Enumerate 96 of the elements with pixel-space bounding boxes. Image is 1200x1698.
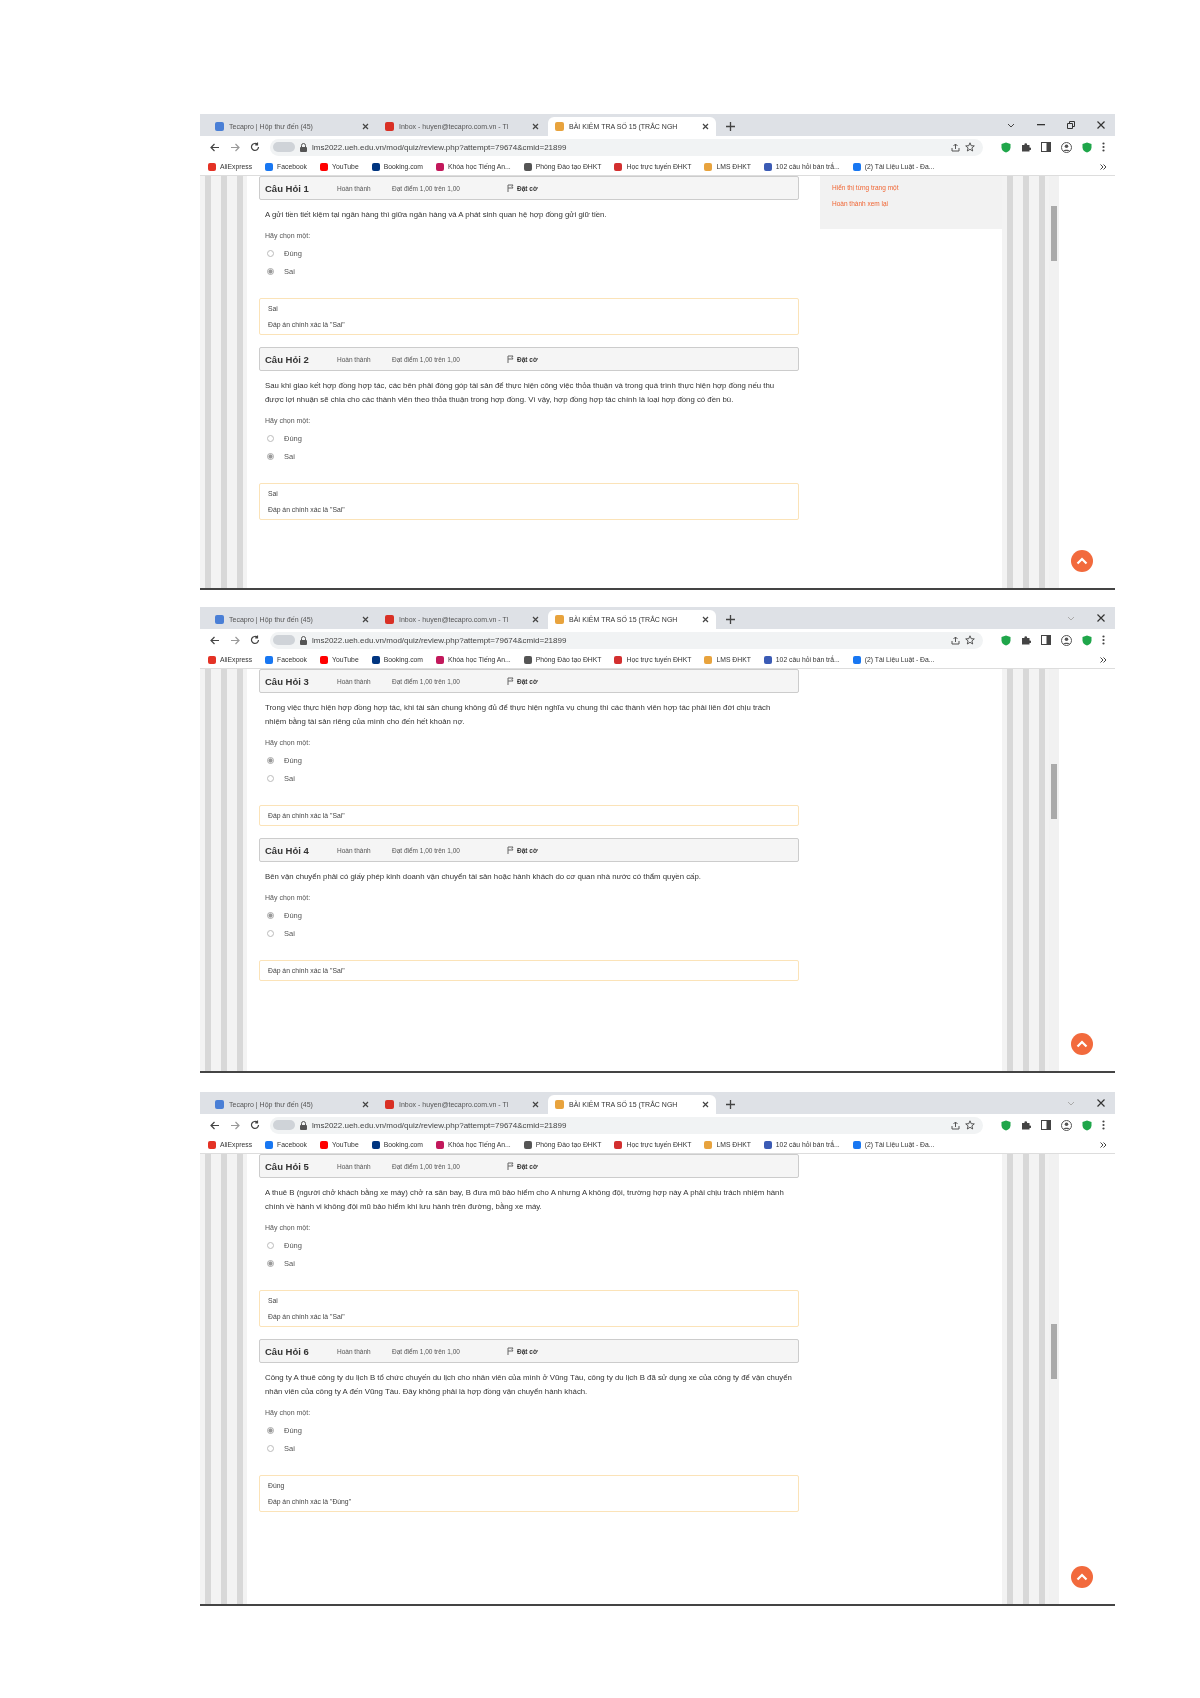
address-field[interactable]: lms2022.ueh.edu.vn/mod/quiz/review.php?attempt=79674&cmid=21899 <box>270 631 983 649</box>
new-tab-icon[interactable] <box>726 122 735 131</box>
lock-icon <box>300 142 307 152</box>
reload-icon[interactable] <box>250 635 260 645</box>
forward-icon[interactable] <box>230 635 240 645</box>
side-panel-icon[interactable] <box>1041 1120 1051 1130</box>
flag-icon <box>507 846 514 854</box>
close-icon[interactable] <box>1097 121 1105 129</box>
radio-button[interactable] <box>267 1259 274 1267</box>
scrollbar[interactable] <box>1049 1154 1059 1604</box>
radio-button[interactable] <box>267 1444 274 1452</box>
shield-icon[interactable] <box>1082 634 1092 646</box>
close-icon[interactable] <box>702 1101 709 1108</box>
shield-icon[interactable] <box>1082 1119 1092 1131</box>
new-tab-icon[interactable] <box>726 1100 735 1109</box>
more-icon[interactable] <box>1102 1120 1105 1130</box>
scroll-top-button[interactable] <box>1071 1566 1093 1588</box>
close-icon[interactable] <box>362 616 369 623</box>
vpn-badge-icon <box>273 142 295 152</box>
radio-button[interactable] <box>267 1426 274 1434</box>
profile-icon[interactable] <box>1061 1119 1072 1131</box>
lock-icon <box>300 1120 307 1130</box>
scrollbar[interactable] <box>1049 176 1059 588</box>
share-icon[interactable] <box>951 1120 960 1130</box>
question-number: Câu Hỏi 4 <box>265 844 310 856</box>
scrollbar[interactable] <box>1049 669 1059 1071</box>
chevron-right-icon[interactable] <box>1100 163 1107 170</box>
flag-icon <box>507 1162 514 1170</box>
vpn-badge-icon <box>273 635 295 645</box>
profile-icon[interactable] <box>1061 141 1072 153</box>
share-icon[interactable] <box>951 142 960 152</box>
radio-button[interactable] <box>267 267 274 275</box>
restore-icon[interactable] <box>1067 121 1075 129</box>
back-icon[interactable] <box>210 142 220 152</box>
close-icon[interactable] <box>1097 1099 1105 1107</box>
shield-icon[interactable] <box>1001 141 1011 153</box>
chevron-up-icon <box>1076 557 1088 565</box>
vpn-badge-icon <box>273 1120 295 1130</box>
radio-button[interactable] <box>267 249 274 257</box>
forward-icon[interactable] <box>230 142 240 152</box>
puzzle-icon[interactable] <box>1021 635 1031 645</box>
more-icon[interactable] <box>1102 142 1105 152</box>
question-number: Câu Hỏi 6 <box>265 1345 310 1357</box>
address-field[interactable]: lms2022.ueh.edu.vn/mod/quiz/review.php?attempt=79674&cmid=21899 <box>270 1116 983 1134</box>
address-field[interactable]: lms2022.ueh.edu.vn/mod/quiz/review.php?attempt=79674&cmid=21899 <box>270 138 983 156</box>
chevron-up-icon <box>1076 1573 1088 1581</box>
shield-icon[interactable] <box>1082 141 1092 153</box>
back-icon[interactable] <box>210 635 220 645</box>
share-icon[interactable] <box>951 635 960 645</box>
radio-button[interactable] <box>267 929 274 937</box>
radio-button[interactable] <box>267 911 274 919</box>
star-icon[interactable] <box>965 635 975 645</box>
flag-icon <box>507 184 514 192</box>
question-number: Câu Hỏi 3 <box>265 675 310 687</box>
star-icon[interactable] <box>965 1120 975 1130</box>
scroll-top-button[interactable] <box>1071 550 1093 572</box>
reload-icon[interactable] <box>250 142 260 152</box>
profile-icon[interactable] <box>1061 634 1072 646</box>
close-icon[interactable] <box>532 1101 539 1108</box>
close-icon[interactable] <box>532 123 539 130</box>
chevron-down-icon[interactable] <box>1007 122 1015 128</box>
radio-button[interactable] <box>267 452 274 460</box>
shield-icon[interactable] <box>1001 634 1011 646</box>
flag-icon <box>507 355 514 363</box>
close-icon[interactable] <box>702 123 709 130</box>
radio-button[interactable] <box>267 774 274 782</box>
reload-icon[interactable] <box>250 1120 260 1130</box>
forward-icon[interactable] <box>230 1120 240 1130</box>
close-icon[interactable] <box>362 123 369 130</box>
radio-button[interactable] <box>267 1241 274 1249</box>
radio-button[interactable] <box>267 434 274 442</box>
more-icon[interactable] <box>1102 635 1105 645</box>
back-icon[interactable] <box>210 1120 220 1130</box>
question-number: Câu Hỏi 1 <box>265 182 310 194</box>
star-icon[interactable] <box>965 142 975 152</box>
close-icon[interactable] <box>532 616 539 623</box>
radio-button[interactable] <box>267 756 274 764</box>
flag-icon <box>507 677 514 685</box>
side-panel-icon[interactable] <box>1041 142 1051 152</box>
lock-icon <box>300 635 307 645</box>
close-icon[interactable] <box>1097 614 1105 622</box>
close-icon[interactable] <box>362 1101 369 1108</box>
question-number: Câu Hỏi 2 <box>265 353 310 365</box>
side-panel-icon[interactable] <box>1041 635 1051 645</box>
new-tab-icon[interactable] <box>726 615 735 624</box>
puzzle-icon[interactable] <box>1021 1120 1031 1130</box>
chevron-right-icon[interactable] <box>1100 1141 1107 1148</box>
chevron-right-icon[interactable] <box>1100 656 1107 663</box>
scroll-top-button[interactable] <box>1071 1033 1093 1055</box>
puzzle-icon[interactable] <box>1021 142 1031 152</box>
close-icon[interactable] <box>702 616 709 623</box>
flag-icon <box>507 1347 514 1355</box>
minimize-icon[interactable] <box>1037 124 1045 126</box>
question-number: Câu Hỏi 5 <box>265 1160 310 1172</box>
shield-icon[interactable] <box>1001 1119 1011 1131</box>
chevron-up-icon <box>1076 1040 1088 1048</box>
